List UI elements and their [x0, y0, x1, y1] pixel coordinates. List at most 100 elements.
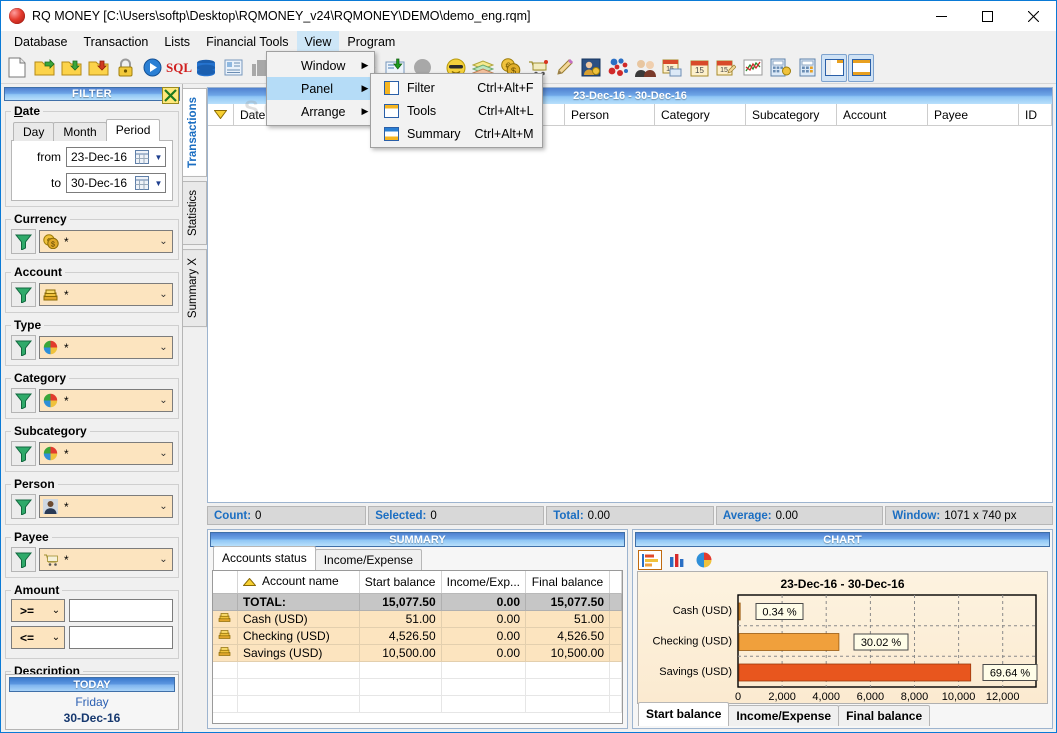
- grid-col-account[interactable]: Account: [837, 104, 928, 125]
- subcategory-combo[interactable]: * ⌄: [39, 442, 173, 465]
- summary-col-start-balance[interactable]: Start balance: [359, 571, 442, 594]
- summary-row-name: Cash (USD): [237, 610, 360, 628]
- grid-col-mark[interactable]: [208, 104, 234, 125]
- grid-col-subcategory[interactable]: Subcategory: [746, 104, 837, 125]
- funnel-icon[interactable]: [11, 335, 36, 360]
- funnel-icon[interactable]: [11, 441, 36, 466]
- grid-col-category[interactable]: Category: [655, 104, 746, 125]
- run-icon[interactable]: [139, 54, 165, 82]
- calculator-icon[interactable]: [794, 54, 820, 82]
- chevron-down-icon[interactable]: ⌄: [155, 342, 172, 353]
- vtab-transactions[interactable]: Transactions: [183, 88, 207, 177]
- sql-icon[interactable]: SQL: [166, 54, 192, 82]
- chart-icon[interactable]: [740, 54, 766, 82]
- table-row[interactable]: Cash (USD) 51.00 0.00 51.00: [213, 610, 622, 628]
- amount-min-input[interactable]: [69, 599, 173, 622]
- minimize-button[interactable]: [918, 1, 964, 31]
- funnel-icon[interactable]: [11, 494, 36, 519]
- table-row[interactable]: Savings (USD) 10,500.00 0.00 10,500.00: [213, 644, 622, 662]
- amount-max-input[interactable]: [69, 626, 173, 649]
- summary-col-income-exp[interactable]: Income/Exp...: [441, 571, 527, 594]
- summary-col-final-balance[interactable]: Final balance: [525, 571, 610, 594]
- close-button[interactable]: [1010, 1, 1056, 31]
- vertical-bar-chart-icon[interactable]: [665, 550, 689, 570]
- tab-income-expense-chart[interactable]: Income/Expense: [728, 705, 840, 726]
- calendar-card-icon[interactable]: 15: [659, 54, 685, 82]
- grid-col-payee[interactable]: Payee: [928, 104, 1019, 125]
- transactions-grid-body[interactable]: [208, 126, 1052, 502]
- open-folder-save-icon[interactable]: [85, 54, 111, 82]
- vtab-summary-x[interactable]: Summary X: [183, 248, 207, 328]
- table-row[interactable]: Checking (USD) 4,526.50 0.00 4,526.50: [213, 627, 622, 645]
- menu-item-arrange[interactable]: Arrange ▶: [267, 100, 374, 123]
- menu-item-window[interactable]: Window ▶: [267, 54, 374, 77]
- chevron-down-icon[interactable]: ⌄: [48, 605, 64, 616]
- menu-program[interactable]: Program: [339, 31, 403, 52]
- chevron-down-icon[interactable]: ⌄: [155, 448, 172, 459]
- tab-final-balance[interactable]: Final balance: [838, 705, 931, 726]
- tab-period[interactable]: Period: [105, 119, 161, 141]
- chevron-down-icon[interactable]: ⌄: [155, 395, 172, 406]
- date-from-input[interactable]: 23-Dec-16 ▼: [66, 147, 166, 167]
- person-money-icon[interactable]: [578, 54, 604, 82]
- funnel-icon[interactable]: [11, 282, 36, 307]
- chevron-down-icon[interactable]: ▼: [152, 179, 165, 188]
- menu-database[interactable]: Database: [6, 31, 76, 52]
- chevron-down-icon[interactable]: ⌄: [48, 632, 64, 643]
- chevron-down-icon[interactable]: ⌄: [155, 501, 172, 512]
- pie-chart-icon[interactable]: [692, 550, 716, 570]
- grid-col-id[interactable]: ID: [1019, 104, 1052, 125]
- type-combo[interactable]: * ⌄: [39, 336, 173, 359]
- menu-financial-tools[interactable]: Financial Tools: [198, 31, 296, 52]
- menu-item-panel[interactable]: Panel ▶: [267, 77, 375, 100]
- menu-item-tools[interactable]: Tools Ctrl+Alt+L: [371, 99, 542, 122]
- vtab-statistics[interactable]: Statistics: [183, 180, 207, 245]
- funnel-icon[interactable]: [11, 388, 36, 413]
- calendar-icon[interactable]: [135, 175, 150, 191]
- report-icon[interactable]: [220, 54, 246, 82]
- menu-item-summary[interactable]: Summary Ctrl+Alt+M: [371, 122, 542, 145]
- person-combo[interactable]: * ⌄: [39, 495, 173, 518]
- bubbles-icon[interactable]: [605, 54, 631, 82]
- funnel-icon[interactable]: [11, 547, 36, 572]
- open-folder-import-icon[interactable]: [58, 54, 84, 82]
- open-folder-export-icon[interactable]: [31, 54, 57, 82]
- maximize-button[interactable]: [964, 1, 1010, 31]
- account-combo[interactable]: * ⌄: [39, 283, 173, 306]
- tab-income-expense[interactable]: Income/Expense: [314, 549, 423, 570]
- calculator-money-icon[interactable]: [767, 54, 793, 82]
- summary-col-account-name[interactable]: Account name: [237, 571, 360, 594]
- menu-view[interactable]: View: [296, 31, 340, 52]
- people-icon[interactable]: [632, 54, 658, 82]
- new-database-icon[interactable]: [4, 54, 30, 82]
- tab-day[interactable]: Day: [13, 122, 55, 141]
- menu-lists[interactable]: Lists: [156, 31, 198, 52]
- chevron-down-icon[interactable]: ▼: [152, 153, 165, 162]
- horizontal-bar-chart-icon[interactable]: [638, 550, 662, 570]
- chevron-down-icon[interactable]: ⌄: [155, 236, 172, 247]
- tab-accounts-status[interactable]: Accounts status: [213, 546, 316, 570]
- chevron-down-icon[interactable]: ⌄: [155, 289, 172, 300]
- funnel-icon[interactable]: [11, 229, 36, 254]
- calendar-icon[interactable]: [135, 149, 150, 165]
- panel-bottom-toggle-icon[interactable]: [848, 53, 874, 82]
- lock-icon[interactable]: [112, 54, 138, 82]
- pencil-icon[interactable]: [551, 54, 577, 82]
- panel-left-toggle-icon[interactable]: [821, 53, 847, 82]
- date-to-input[interactable]: 30-Dec-16 ▼: [66, 173, 166, 193]
- category-combo[interactable]: * ⌄: [39, 389, 173, 412]
- chevron-down-icon[interactable]: ⌄: [155, 554, 172, 565]
- calendar-icon[interactable]: 15: [686, 54, 712, 82]
- amount-max-operator[interactable]: <= ⌄: [11, 626, 65, 649]
- tab-start-balance[interactable]: Start balance: [638, 702, 730, 726]
- menu-transaction[interactable]: Transaction: [76, 31, 157, 52]
- amount-min-operator[interactable]: >= ⌄: [11, 599, 65, 622]
- calendar-edit-icon[interactable]: 15: [713, 54, 739, 82]
- tab-month[interactable]: Month: [53, 122, 107, 141]
- payee-combo[interactable]: * ⌄: [39, 548, 173, 571]
- menu-item-filter[interactable]: Filter Ctrl+Alt+F: [371, 76, 542, 99]
- close-icon[interactable]: [162, 87, 179, 104]
- database-icon[interactable]: [193, 54, 219, 82]
- grid-col-person[interactable]: Person: [565, 104, 655, 125]
- currency-combo[interactable]: €$ * ⌄: [39, 230, 173, 253]
